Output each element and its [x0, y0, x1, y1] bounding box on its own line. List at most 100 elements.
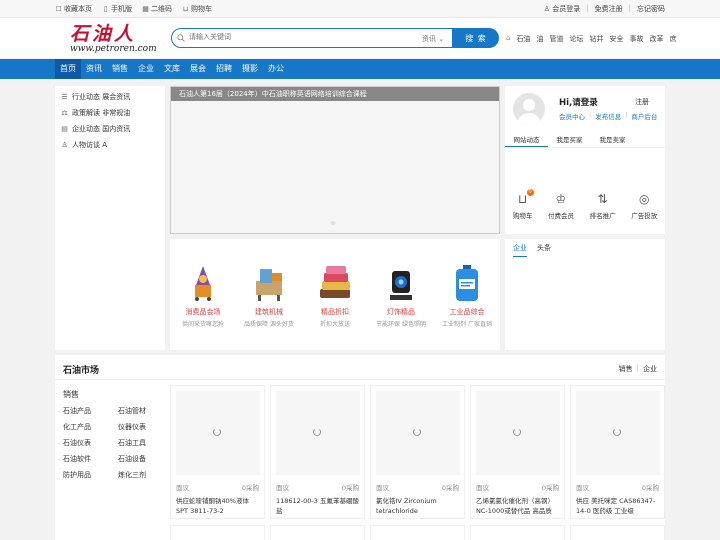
nav-item-jobs[interactable]: 招聘	[211, 59, 237, 79]
banner-caption[interactable]: 石油人第16届（2024年）中石油职称英语网络培训综合课程	[171, 87, 499, 101]
nav-item-sales[interactable]: 销售	[107, 59, 133, 79]
bookmark-link[interactable]: ☐ 收藏本页	[55, 4, 92, 14]
category-link[interactable]: 石油软件	[63, 454, 118, 464]
category-link[interactable]: 石油管材	[118, 406, 163, 416]
category-link[interactable]: 石油仪表	[63, 438, 118, 448]
merchant-admin-link[interactable]: 商户后台	[631, 111, 657, 121]
product-card[interactable]	[270, 525, 365, 540]
promo-item[interactable]: 精品折扣 折扣大放送	[305, 263, 365, 328]
member-center-link[interactable]: 会员中心	[559, 111, 585, 121]
category-item[interactable]: ♙ 人物访谈 A	[55, 137, 165, 153]
category-item[interactable]: ▤ 企业动态 国内资讯	[55, 121, 165, 137]
cart-link[interactable]: ⊔ 购物车	[182, 4, 212, 14]
category-link[interactable]: 防护用品	[63, 470, 118, 480]
quick-cart[interactable]: ⊔ 0 购物车	[513, 189, 534, 220]
nav-item-office[interactable]: 办公	[263, 59, 289, 79]
product-image	[476, 391, 560, 475]
mobile-link[interactable]: ▯ 手机版	[102, 4, 132, 14]
product-image	[576, 391, 660, 475]
category-item[interactable]: ☰ 行业动态 展会资讯	[55, 89, 165, 105]
hot-link[interactable]: 油	[536, 34, 543, 44]
product-name[interactable]: 118612-00-3 五氟苯基硼酸盐	[276, 496, 361, 516]
mobile-icon: ▯	[103, 4, 108, 13]
quick-vip[interactable]: ♔ 付费会员	[548, 192, 574, 220]
publish-link[interactable]: 发布信息	[595, 111, 621, 121]
divider: |	[589, 111, 592, 119]
register-link[interactable]: 免费注册	[595, 4, 623, 14]
policy-icon: ⚖	[61, 108, 68, 117]
nav-item-home[interactable]: 首页	[55, 59, 81, 79]
tab-companies[interactable]: 企业	[513, 243, 527, 257]
product-card[interactable]	[470, 525, 565, 540]
tab-buyer[interactable]: 我是买家	[548, 134, 591, 147]
product-name[interactable]: 供应 美托咪定 CAS86347-14-0 医药级 工业级	[576, 496, 661, 516]
product-name[interactable]: 乙烯氯氯化催化剂（高钢）NC-1000或替代品 高品质	[476, 496, 561, 516]
product-card[interactable]	[170, 525, 265, 540]
nav-item-news[interactable]: 资讯	[81, 59, 107, 79]
promo-item[interactable]: 工业品综合 工业制剂 厂家直销	[437, 263, 497, 328]
tab-companies[interactable]: 企业	[643, 364, 657, 374]
nav-item-companies[interactable]: 企业	[133, 59, 159, 79]
quick-ranking[interactable]: ⇅ 排名推广	[590, 192, 616, 220]
hot-link[interactable]: 安全	[609, 34, 623, 44]
towels-image	[316, 263, 354, 303]
search-category-select[interactable]: 资讯 ⌄	[422, 34, 444, 44]
category-link[interactable]: 仪器仪表	[118, 422, 163, 432]
category-link[interactable]: 化工产品	[63, 422, 118, 432]
hot-link[interactable]: 钻井	[589, 34, 603, 44]
login-greeting[interactable]: Hi,请登录	[559, 96, 598, 108]
product-card[interactable]	[370, 525, 465, 540]
site-logo[interactable]: 石油人 www.petroren.com	[70, 24, 160, 56]
category-link[interactable]: 石油产品	[63, 406, 118, 416]
hot-link[interactable]: 管道	[549, 34, 563, 44]
promo-item[interactable]: 灯饰精品 节能环保 绿色照明	[371, 263, 431, 328]
category-link[interactable]: 石油设备	[118, 454, 163, 464]
logo-text-cn: 石油人	[70, 23, 137, 45]
promo-item[interactable]: 建筑机械 品质保障 源头好货	[239, 263, 299, 328]
hot-link[interactable]: 石油	[516, 34, 530, 44]
banner-carousel[interactable]: 石油人第16届（2024年）中石油职称英语网络培训综合课程	[170, 86, 500, 234]
nav-item-photos[interactable]: 摄影	[237, 59, 263, 79]
product-card[interactable]: 面议 0采购 供应蛇喹铺酮钠40%液体 SPT 3811-73-2	[170, 385, 265, 519]
cart-count-badge: 0	[526, 189, 534, 196]
product-card[interactable]: 面议 0采购 氯化锆IV Zirconium tetrachloride	[370, 385, 465, 519]
chevron-down-icon: ⌄	[438, 35, 445, 43]
search-input[interactable]	[189, 33, 389, 41]
product-card[interactable]: 面议 0采购 供应 美托咪定 CAS86347-14-0 医药级 工业级	[570, 385, 665, 519]
loading-spinner-icon	[513, 428, 521, 436]
bookmark-icon: ☐	[55, 4, 62, 13]
product-card[interactable]: 面议 0采购 118612-00-3 五氟苯基硼酸盐	[270, 385, 365, 519]
product-card[interactable]	[570, 525, 665, 540]
product-name[interactable]: 氯化锆IV Zirconium tetrachloride	[376, 496, 461, 516]
login-link[interactable]: ♙ 会员登录	[543, 4, 581, 14]
user-icon: ♙	[543, 4, 550, 13]
forgot-password-link[interactable]: 忘记密码	[637, 4, 665, 14]
section-tabs: 销售 | 企业	[619, 364, 657, 374]
product-card[interactable]: 面议 0采购 乙烯氯氯化催化剂（高钢）NC-1000或替代品 高品质	[470, 385, 565, 519]
promo-item[interactable]: 消费品会场 供间采货嘛您抢	[173, 263, 233, 328]
quick-ads[interactable]: ◎ 广告投放	[631, 192, 657, 220]
category-grid: 石油产品 石油管材 化工产品 仪器仪表 石油仪表 石油工具 石油软件 石油设备 …	[63, 406, 163, 480]
hot-link[interactable]: 论坛	[569, 34, 583, 44]
user-links: 会员中心 | 发布信息 | 商户后台	[559, 111, 657, 121]
carousel-dot[interactable]	[331, 221, 335, 225]
nav-item-exhibitions[interactable]: 展会	[185, 59, 211, 79]
hot-link[interactable]: 改革	[649, 34, 663, 44]
product-name[interactable]: 供应蛇喹铺酮钠40%液体 SPT 3811-73-2	[176, 496, 261, 516]
tab-headlines[interactable]: 头条	[537, 243, 551, 257]
tab-seller[interactable]: 我是卖家	[591, 134, 634, 147]
loading-spinner-icon	[413, 428, 421, 436]
hot-link[interactable]: 庶	[669, 34, 676, 44]
category-link[interactable]: 石油工具	[118, 438, 163, 448]
hot-link[interactable]: 事故	[629, 34, 643, 44]
register-link[interactable]: 注册	[635, 97, 649, 107]
loading-spinner-icon	[613, 428, 621, 436]
qrcode-link[interactable]: ▦ 二维码	[142, 4, 172, 14]
nav-item-library[interactable]: 文库	[159, 59, 185, 79]
loading-spinner-icon	[213, 428, 221, 436]
category-item[interactable]: ⚖ 政策解读 非常规油	[55, 105, 165, 121]
category-link[interactable]: 炼化三剂	[118, 470, 163, 480]
tab-sales[interactable]: 销售	[619, 364, 633, 374]
tab-site-news[interactable]: 网站动态	[505, 134, 548, 147]
search-button[interactable]: 搜 索	[453, 28, 499, 48]
